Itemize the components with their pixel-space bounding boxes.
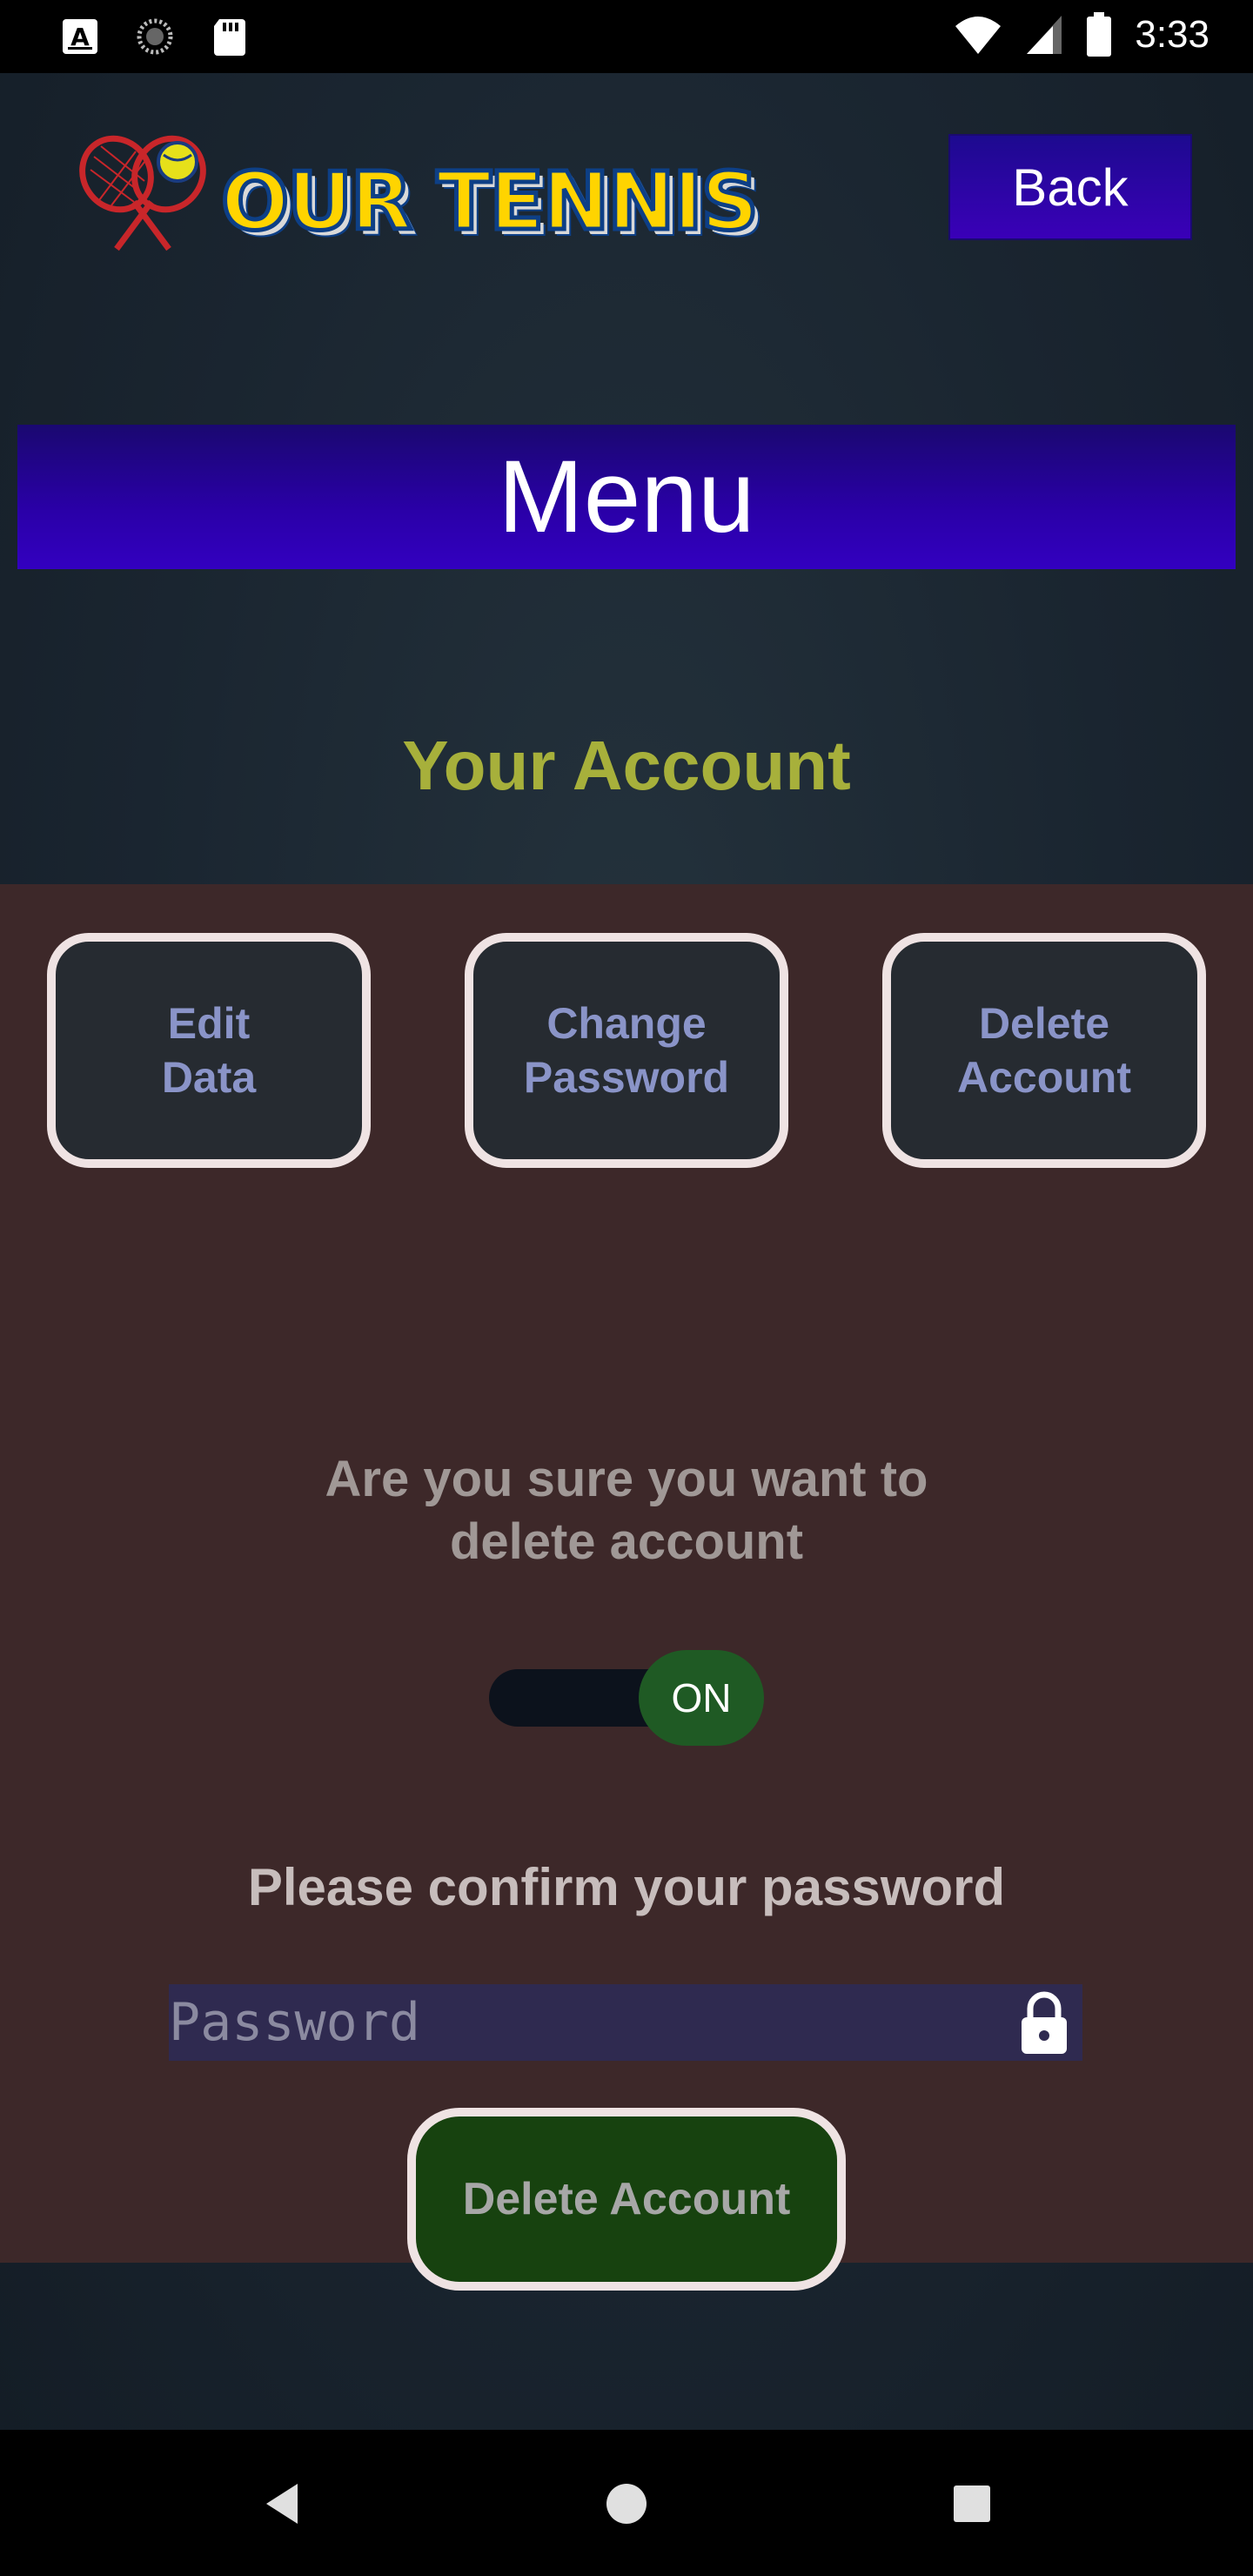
back-button[interactable]: Back: [948, 134, 1192, 240]
recents-nav-icon[interactable]: [941, 2473, 1002, 2534]
tile-label-line: Change: [546, 999, 707, 1048]
confirm-line: Are you sure you want to: [325, 1451, 928, 1507]
back-nav-icon[interactable]: [252, 2473, 313, 2534]
cellular-signal-icon: [1027, 16, 1062, 54]
confirm-line: delete account: [449, 1513, 804, 1570]
font-app-icon: A: [63, 19, 97, 54]
header: OUR TENNIS Back: [0, 73, 1253, 360]
app-screen: OUR TENNIS Back Menu Your Account Edit D…: [0, 73, 1253, 2430]
password-prompt: Please confirm your password: [247, 1858, 1006, 1916]
toggle-thumb: ON: [639, 1650, 764, 1746]
password-input[interactable]: [169, 1984, 1018, 2061]
password-field-container: [169, 1984, 1082, 2061]
tile-label-line: Data: [161, 1053, 257, 1102]
edit-data-button[interactable]: Edit Data: [47, 933, 371, 1168]
loading-icon: [137, 18, 173, 55]
menu-button[interactable]: Menu: [17, 425, 1236, 569]
section-title: Your Account: [402, 727, 851, 804]
battery-icon: [1087, 12, 1112, 57]
delete-account-tab-button[interactable]: Delete Account: [882, 933, 1206, 1168]
tile-label-line: Delete: [978, 999, 1110, 1048]
change-password-button[interactable]: Change Password: [465, 933, 788, 1168]
tile-label-line: Edit: [167, 999, 251, 1048]
wifi-icon: [955, 17, 1002, 54]
clock: 3:33: [1135, 13, 1209, 56]
tile-label-line: Account: [957, 1053, 1131, 1102]
status-bar: A 3:33: [0, 0, 1253, 73]
lock-icon: [1022, 1991, 1067, 2054]
delete-account-button[interactable]: Delete Account: [407, 2108, 846, 2291]
sd-card-icon: [214, 19, 245, 56]
tennis-rackets-icon: [79, 135, 206, 252]
logo-text: OUR TENNIS: [219, 153, 761, 251]
home-nav-icon[interactable]: [596, 2473, 657, 2534]
navigation-bar: [0, 2430, 1253, 2576]
app-logo: OUR TENNIS: [64, 131, 830, 270]
confirm-delete-toggle[interactable]: ON: [489, 1650, 764, 1746]
account-panel: Edit Data Change Password Delete Account…: [0, 884, 1253, 2291]
tile-label-line: Password: [523, 1053, 730, 1102]
delete-confirm-question: Are you sure you want to delete account: [0, 1448, 1253, 1573]
